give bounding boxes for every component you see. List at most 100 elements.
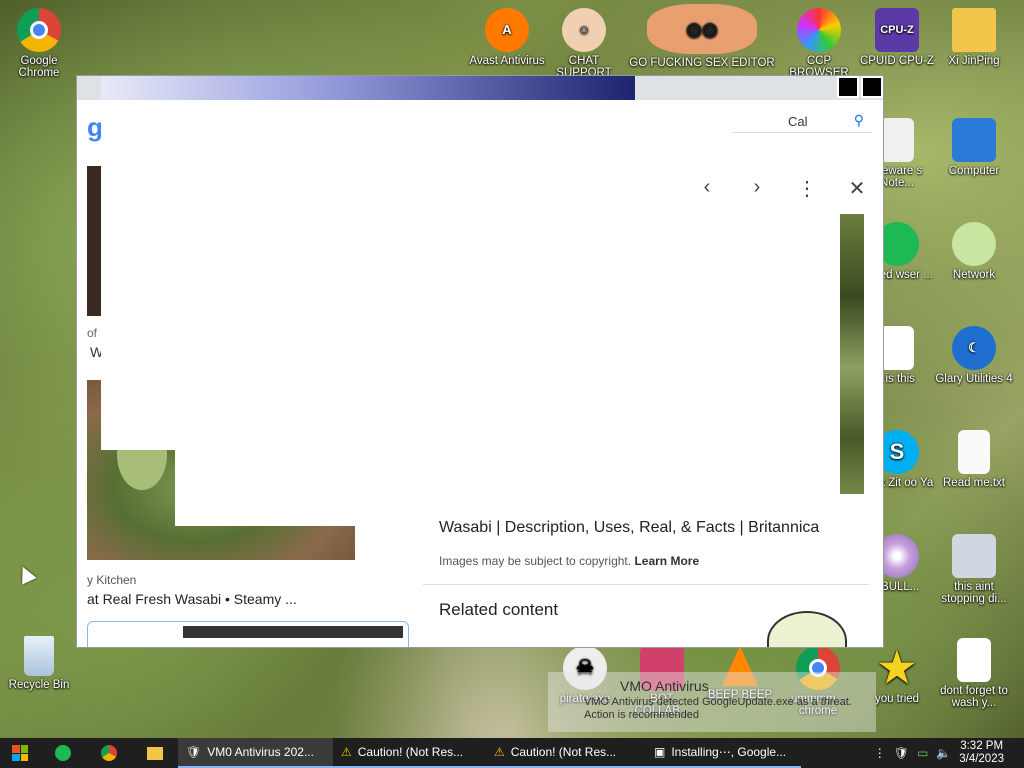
avast-icon: A [485,8,529,52]
desktop-icon-dont-forget[interactable]: dont forget to wash y... [935,638,1013,709]
taskbar-pinned-explorer[interactable] [132,738,178,768]
copyright-notice: Images may be subject to copyright. Lear… [439,554,699,568]
search-box-text: Cal [788,114,808,129]
calendar-file-icon [880,326,914,370]
text-file-icon [958,430,990,474]
taskbar-task[interactable]: 🛡 VM0 Antivirus 202... [178,738,333,768]
doctor-icon: ☺ [562,8,606,52]
rendering-glitch-overlay [175,446,619,526]
taskbar-task-label: VM0 Antivirus 202... [207,745,314,759]
desktop-icon-computer[interactable]: Computer [935,118,1013,177]
desktop-icon-label: Glary Utilities 4 [935,373,1013,385]
desktop-icon-label: CPUID CPU-Z [859,55,935,67]
desktop-icon-cpuid[interactable]: CPU-Z CPUID CPU-Z [858,8,936,67]
warning-icon: ⚠ [341,745,352,759]
installer-icon [952,534,996,578]
learn-more-link[interactable]: Learn More [634,554,699,568]
taskbar-pinned-chrome[interactable] [86,738,132,768]
folder-icon [147,746,163,760]
image-viewer-controls: ‹ › ⋮ ✕ [697,176,867,201]
desktop-icon-xi-jinping[interactable]: Xi JinPing [935,8,1013,67]
divider [423,584,869,585]
windows-logo-icon [12,745,28,761]
taskbar-task[interactable]: ⚠ Caution! (Not Res... [333,738,486,768]
shield-icon: 🛡 [186,745,202,759]
taskbar-task[interactable]: ⚠ Caution! (Not Res... [486,738,646,768]
next-icon[interactable]: › [747,176,767,201]
recycle-bin-icon [24,636,54,676]
result-card[interactable] [87,621,409,647]
previous-icon[interactable]: ‹ [697,176,717,201]
system-clock[interactable]: 3:32 PM 3/4/2023 [959,740,1004,766]
desktop-icon-label: GO FUCKING SEX EDITOR [629,57,775,69]
browser-titlebar[interactable] [77,76,883,100]
desktop-icon-chat-support[interactable]: ☺ CHAT SUPPORT [545,8,623,79]
result-source: y Kitchen [87,573,137,587]
search-box[interactable]: Cal ⚲ [732,109,872,133]
rendering-glitch-overlay [101,100,619,450]
gem-character-icon [952,222,996,266]
result-source: of [87,326,98,340]
result-title[interactable]: at Real Fresh Wasabi • Steamy ... [87,591,297,607]
notification-body: VMO Antivirus detected GoogleUpdate.exe … [584,696,852,721]
moon-icon: ☾ [952,326,996,370]
taskbar-task-label: Installing⋯, Google... [671,745,787,759]
security-icon[interactable]: 🛡 [894,746,909,760]
browser-window: g Cal ⚲ of W y Kitchen at Real Fresh Was… [76,75,884,648]
preview-title-link[interactable]: Wasabi | Description, Uses, Real, & Fact… [439,519,819,537]
taskbar-task-label: Caution! (Not Res... [510,745,617,759]
taskbar-task-label: Caution! (Not Res... [357,745,464,759]
desktop-icon-this-aint[interactable]: this aint stopping di... [935,534,1013,605]
preview-image[interactable] [840,214,864,494]
gem-character-overlay [767,611,847,647]
chrome-icon [17,8,61,52]
desktop-icon-label: Computer [948,165,1000,177]
computer-icon [952,118,996,162]
volume-icon[interactable]: 🔈 [936,746,951,760]
network-icon[interactable]: ▭ [917,746,928,760]
desktop-icon-google-chrome[interactable]: Google Chrome [0,8,78,79]
desktop-icon-label: Network [952,269,996,281]
result-thumbnail[interactable] [87,166,101,316]
system-tray: ⋮ 🛡 ▭ 🔈 3:32 PM 3/4/2023 [874,740,1024,766]
overflow-icon[interactable]: ⋮ [874,746,886,760]
notification-title: VMO Antivirus [620,678,709,694]
desktop-icon-readme[interactable]: Read me.txt [935,430,1013,489]
calendar-file-icon [957,638,991,682]
desktop-icon-label: Recycle Bin [8,679,70,691]
maximize-button[interactable] [861,76,883,98]
taskbar: 🛡 VM0 Antivirus 202... ⚠ Caution! (Not R… [0,738,1024,768]
related-content-heading: Related content [439,600,559,619]
glitched-region [101,76,635,100]
taskbar-task[interactable]: ▣ Installing⋯, Google... [646,738,801,768]
desktop-icon-avast[interactable]: A Avast Antivirus [468,8,546,67]
minimize-button[interactable] [837,76,859,98]
more-options-icon[interactable]: ⋮ [797,176,817,201]
cpu-z-icon: CPU-Z [875,8,919,52]
folder-icon [952,8,996,52]
search-icon[interactable]: ⚲ [854,112,864,129]
desktop-icon-network[interactable]: Network [935,222,1013,281]
chat-icon [55,745,71,761]
desktop-icon-ccp-browser[interactable]: CCP BROWSER [780,8,858,79]
cartoon-face-icon: ◉◉ [647,4,757,54]
clock-date: 3/4/2023 [959,753,1004,765]
copyright-text: Images may be subject to copyright. [439,554,632,568]
desktop-icon-recycle-bin[interactable]: Recycle Bin [0,636,78,691]
start-button[interactable] [0,738,40,768]
clock-time: 3:32 PM [960,740,1004,752]
desktop-icon-label: Xi JinPing [948,55,1000,67]
installer-icon: ▣ [654,745,666,759]
desktop-icon-label: Google Chrome [18,55,60,79]
taskbar-pinned-app[interactable] [40,738,86,768]
close-icon[interactable]: ✕ [847,176,867,201]
document-icon [880,118,914,162]
mouse-cursor [15,563,37,585]
desktop-icon-label: Avast Antivirus [469,55,545,67]
window-controls [835,76,883,98]
toast-notification[interactable]: VMO Antivirus VMO Antivirus detected Goo… [548,672,876,732]
chrome-icon [101,745,117,761]
desktop-icon-label: dont forget to wash y... [940,685,1008,709]
desktop-icon-glary[interactable]: ☾ Glary Utilities 4 [935,326,1013,385]
desktop-icon-sex-editor[interactable]: ◉◉ GO FUCKING SEX EDITOR [622,4,782,69]
